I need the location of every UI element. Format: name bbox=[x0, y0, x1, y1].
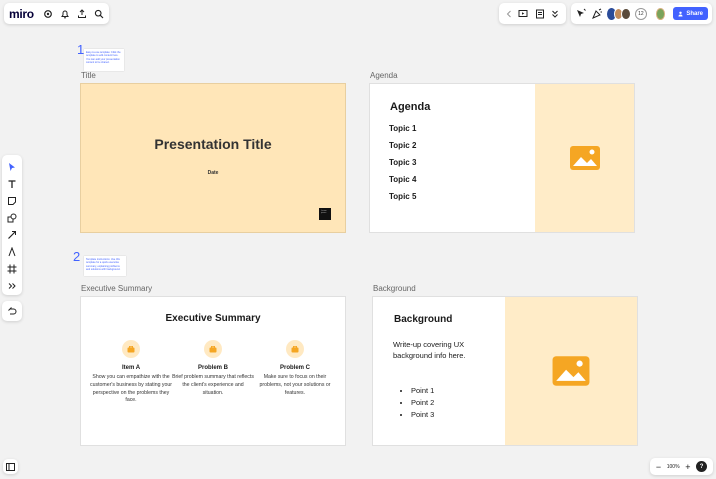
frame-label[interactable]: Executive Summary bbox=[81, 284, 152, 293]
agenda-topic: Topic 2 bbox=[389, 141, 417, 150]
frame-icon[interactable] bbox=[5, 262, 19, 276]
chevron-left-icon[interactable] bbox=[506, 10, 512, 18]
more-tools-icon[interactable] bbox=[5, 279, 19, 293]
list-item: Point 3 bbox=[411, 409, 434, 421]
collaborator-count-badge[interactable]: 12 bbox=[634, 7, 647, 20]
frame-number: 2 bbox=[73, 249, 81, 264]
undo-button[interactable] bbox=[2, 301, 22, 321]
agenda-topic: Topic 1 bbox=[389, 124, 417, 133]
share-button[interactable]: Share bbox=[673, 7, 708, 20]
celebrate-icon[interactable] bbox=[591, 8, 603, 20]
frames-panel-button[interactable] bbox=[3, 459, 18, 474]
share-label: Share bbox=[686, 10, 703, 17]
briefcase-icon bbox=[122, 340, 140, 358]
column-body: Make sure to focus on their problems, no… bbox=[259, 374, 331, 396]
column-body: Brief problem summary that reflects the … bbox=[172, 374, 254, 396]
creation-toolbar bbox=[2, 155, 22, 295]
list-item: Point 1 bbox=[411, 385, 434, 397]
column-title: Problem C bbox=[279, 365, 310, 371]
user-plus-icon bbox=[678, 11, 683, 16]
agenda-topic: Topic 3 bbox=[389, 158, 417, 167]
collaboration-bar: 12 Share bbox=[571, 3, 712, 24]
select-cursor-icon[interactable] bbox=[5, 160, 19, 174]
text-tool-icon[interactable] bbox=[5, 177, 19, 191]
miro-logo[interactable]: miro bbox=[9, 7, 34, 21]
background-points: Point 1 Point 2 Point 3 bbox=[411, 385, 434, 421]
column-body: Show you can empathize with the customer… bbox=[90, 374, 173, 404]
zoom-controls: − 100% + ? bbox=[650, 458, 713, 475]
search-icon[interactable] bbox=[93, 7, 104, 21]
top-right-tools bbox=[499, 3, 566, 24]
zoom-in-button[interactable]: + bbox=[685, 462, 690, 472]
upload-icon[interactable] bbox=[76, 7, 87, 21]
pen-icon[interactable] bbox=[5, 245, 19, 259]
zoom-level[interactable]: 100% bbox=[667, 464, 680, 470]
presentation-title: Presentation Title bbox=[154, 136, 272, 152]
image-placeholder bbox=[505, 297, 637, 445]
agenda-slide[interactable]: Agenda Topic 1 Topic 2 Topic 3 Topic 4 T… bbox=[370, 84, 634, 232]
top-left-toolbar: miro bbox=[4, 3, 109, 24]
summary-column: Problem B Brief problem summary that ref… bbox=[172, 340, 254, 397]
list-item: Point 2 bbox=[411, 397, 434, 409]
background-heading: Background bbox=[394, 314, 453, 325]
image-icon bbox=[569, 146, 600, 170]
background-slide[interactable]: Background Write-up covering UX backgrou… bbox=[373, 297, 637, 445]
column-title: Item A bbox=[121, 365, 141, 371]
shapes-icon[interactable] bbox=[5, 211, 19, 225]
executive-summary-heading: Executive Summary bbox=[165, 313, 261, 324]
briefcase-icon bbox=[204, 340, 222, 358]
agenda-heading: Agenda bbox=[390, 101, 431, 113]
help-button[interactable]: ? bbox=[696, 461, 708, 472]
frame-label[interactable]: Title bbox=[81, 71, 96, 80]
date-text: Date bbox=[207, 170, 219, 176]
more-chevron-icon[interactable] bbox=[551, 9, 559, 19]
title-slide[interactable]: Presentation Title Date Lorem ipsum bbox=[81, 84, 345, 232]
present-icon[interactable] bbox=[518, 9, 528, 19]
notes-icon[interactable] bbox=[535, 9, 545, 19]
frames-list-icon bbox=[6, 462, 15, 471]
briefcase-icon bbox=[286, 340, 304, 358]
instruction-sticky-note[interactable]: Template instructions: Use this template… bbox=[84, 256, 126, 276]
agenda-topic: Topic 5 bbox=[389, 192, 417, 201]
settings-icon[interactable] bbox=[43, 7, 54, 21]
zoom-out-button[interactable]: − bbox=[656, 462, 661, 472]
instruction-sticky-note[interactable]: Easy-to-use template: Click the template… bbox=[84, 49, 124, 71]
notifications-bell-icon[interactable] bbox=[60, 7, 71, 21]
frame-label[interactable]: Agenda bbox=[370, 71, 398, 80]
image-icon bbox=[552, 356, 590, 386]
background-description: Write-up covering UX background info her… bbox=[393, 340, 466, 360]
connection-line-icon[interactable] bbox=[5, 228, 19, 242]
summary-column: Item A Show you can empathize with the c… bbox=[90, 340, 172, 405]
avatar[interactable] bbox=[621, 7, 631, 20]
user-avatar[interactable] bbox=[655, 7, 666, 20]
frame-label[interactable]: Background bbox=[373, 284, 416, 293]
agenda-topic: Topic 4 bbox=[389, 175, 417, 184]
undo-icon bbox=[8, 307, 17, 315]
column-title: Problem B bbox=[197, 365, 228, 371]
sticky-note-icon[interactable] bbox=[5, 194, 19, 208]
image-placeholder bbox=[535, 84, 634, 232]
summary-column: Problem C Make sure to focus on their pr… bbox=[254, 340, 336, 397]
mini-note: Lorem ipsum bbox=[319, 208, 331, 220]
executive-summary-slide[interactable]: Executive Summary Item A Show you can em… bbox=[81, 297, 345, 445]
cursor-reactions-icon[interactable] bbox=[575, 8, 587, 20]
